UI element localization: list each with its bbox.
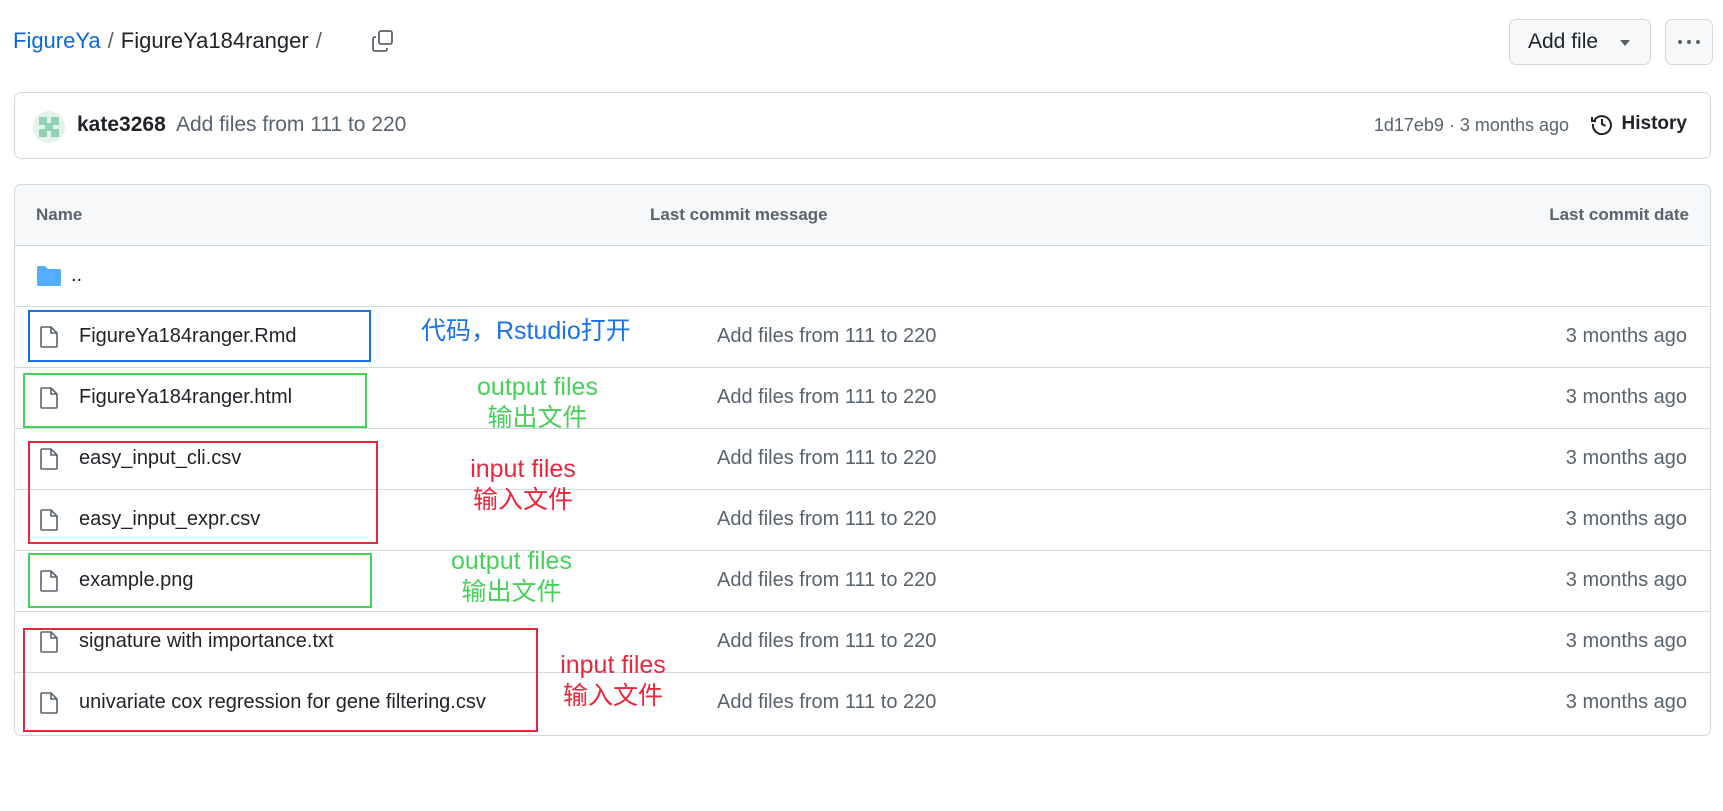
add-file-button[interactable]: Add file [1509, 19, 1651, 65]
commit-date: 3 months ago [1565, 691, 1687, 713]
annotation-note-zh: 输入文件 [562, 682, 663, 710]
annotation-note-input: input files 输入文件 [462, 454, 584, 516]
commit-message-link[interactable]: Add files from 111 to 220 [717, 447, 936, 470]
commit-message-link[interactable]: Add files from 111 to 220 [717, 508, 936, 531]
table-header: Name Last commit message Last commit dat… [15, 185, 1710, 246]
annotation-note-zh: 输入文件 [472, 486, 573, 514]
annotation-note-en: input files [560, 651, 666, 679]
history-label: History [1621, 113, 1687, 134]
commit-date: 3 months ago [1565, 386, 1687, 408]
breadcrumb-separator: / [107, 28, 114, 53]
copy-icon [372, 30, 393, 52]
annotation-box-output [28, 553, 372, 608]
commit-message-link[interactable]: Add files from 111 to 220 [176, 113, 406, 137]
add-file-label: Add file [1528, 30, 1599, 53]
commit-date: 3 months ago [1565, 630, 1687, 652]
annotation-box-input [23, 628, 538, 732]
annotation-note-output: output files 输出文件 [470, 372, 605, 434]
caret-down-icon [1620, 40, 1630, 46]
commit-message-link[interactable]: Add files from 111 to 220 [717, 630, 936, 653]
annotation-note-zh: 输出文件 [461, 578, 562, 606]
column-header-name: Name [36, 205, 83, 224]
column-header-message: Last commit message [650, 205, 828, 224]
annotation-note-zh: 输出文件 [487, 404, 588, 432]
kebab-icon [1678, 40, 1682, 44]
breadcrumb-separator: / [315, 28, 322, 53]
annotation-box-input [28, 441, 378, 544]
commit-date: 3 months ago [1565, 569, 1687, 591]
kebab-icon [1687, 40, 1691, 44]
annotation-note-input: input files 输入文件 [552, 650, 674, 712]
more-options-button[interactable] [1665, 19, 1713, 65]
annotation-box-code [28, 310, 371, 362]
commit-date: 3 months ago [1565, 508, 1687, 530]
annotation-note-code: 代码，Rstudio打开 [421, 317, 631, 345]
copy-path-button[interactable] [368, 26, 398, 56]
history-button[interactable]: History [1590, 112, 1687, 136]
breadcrumb-current-folder: FigureYa184ranger [120, 28, 309, 53]
commit-message-link[interactable]: Add files from 111 to 220 [717, 569, 936, 592]
commit-author-link[interactable]: kate3268 [77, 113, 166, 137]
latest-commit-bar: kate3268 Add files from 111 to 220 1d17e… [14, 92, 1711, 159]
column-header-date: Last commit date [1549, 205, 1689, 224]
avatar[interactable] [33, 111, 65, 143]
commit-message-link[interactable]: Add files from 111 to 220 [717, 691, 936, 714]
history-icon [1590, 115, 1612, 136]
annotation-note-en: output files [451, 547, 572, 575]
commit-date: 3 months ago [1565, 325, 1687, 347]
folder-icon [37, 266, 61, 286]
annotation-note-en: output files [477, 373, 598, 401]
parent-directory-row[interactable]: .. [15, 246, 1710, 307]
annotation-note-en: input files [470, 455, 576, 483]
annotation-box-output [23, 373, 367, 428]
kebab-icon [1696, 40, 1700, 44]
breadcrumb: FigureYa / FigureYa184ranger / [13, 26, 329, 56]
commit-message-link[interactable]: Add files from 111 to 220 [717, 325, 936, 348]
breadcrumb-owner-link[interactable]: FigureYa [13, 28, 101, 54]
commit-sha-and-age[interactable]: 1d17eb9 · 3 months ago [1374, 115, 1569, 136]
annotation-note-output: output files 输出文件 [444, 546, 579, 608]
parent-directory-link[interactable]: .. [71, 264, 82, 287]
commit-message-link[interactable]: Add files from 111 to 220 [717, 386, 936, 409]
commit-date: 3 months ago [1565, 447, 1687, 469]
